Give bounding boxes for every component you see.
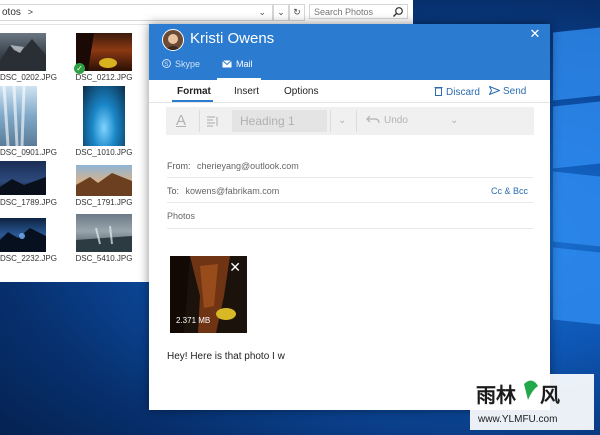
svg-text:S: S xyxy=(164,62,168,68)
toolbar-separator xyxy=(330,110,331,132)
paragraph-icon xyxy=(207,116,218,127)
divider xyxy=(167,228,533,229)
thumbnail-label: DSC_0901.JPG xyxy=(0,148,57,157)
close-icon[interactable]: ✕ xyxy=(528,27,542,41)
thumbnail-label: DSC_0212.JPG xyxy=(75,73,133,82)
svg-text:风: 风 xyxy=(540,383,560,407)
tab-options[interactable]: Options xyxy=(284,86,318,97)
contact-name: Kristi Owens xyxy=(190,30,275,47)
thumbnail-label: DSC_1789.JPG xyxy=(0,198,57,207)
discard-button[interactable]: Discard xyxy=(434,86,480,98)
trash-icon xyxy=(434,87,443,96)
tab-mail[interactable]: Mail xyxy=(222,59,253,79)
thumbnail-label: DSC_1010.JPG xyxy=(75,148,133,157)
photo-attachment[interactable]: ✕ 2.371 MB xyxy=(170,256,247,333)
photo-thumbnail[interactable] xyxy=(0,86,37,146)
undo-label: Undo xyxy=(384,115,408,126)
remove-attachment-close-icon[interactable]: ✕ xyxy=(229,260,241,274)
photo-thumbnail[interactable] xyxy=(0,161,46,195)
undo-dropdown-chevron-icon[interactable]: ⌄ xyxy=(450,107,458,135)
to-field[interactable]: To: kowens@fabrikam.com xyxy=(167,186,279,196)
style-value: Heading 1 xyxy=(240,114,295,128)
avatar xyxy=(162,29,184,51)
search-icon xyxy=(393,7,403,17)
search-input[interactable]: Search Photos xyxy=(309,4,408,19)
thumbnail-label: DSC_2232.JPG xyxy=(0,254,57,263)
toolbar-separator xyxy=(356,110,357,132)
dropdown-chevron-icon[interactable]: ⌄ xyxy=(258,5,266,20)
to-value: kowens@fabrikam.com xyxy=(185,186,280,196)
from-field[interactable]: From: cherieyang@outlook.com xyxy=(167,161,299,171)
toolbar-separator xyxy=(199,110,200,132)
thumbnail-label: DSC_1791.JPG xyxy=(75,198,133,207)
tab-skype-label: Skype xyxy=(175,59,201,69)
tab-format[interactable]: Format xyxy=(177,86,211,97)
subject-field[interactable]: Photos xyxy=(167,211,195,221)
refresh-button[interactable]: ↻ xyxy=(289,4,305,21)
style-dropdown-chevron-icon[interactable]: ⌄ xyxy=(338,107,346,135)
font-icon: A xyxy=(176,112,187,129)
svg-text:雨林: 雨林 xyxy=(476,383,516,407)
address-bar: otos > ⌄ ⌄ ↻ Search Photos xyxy=(0,0,413,25)
send-label: Send xyxy=(503,86,527,97)
undo-icon xyxy=(366,115,380,124)
tab-skype[interactable]: S Skype xyxy=(162,59,200,79)
photo-thumbnail[interactable] xyxy=(76,165,132,196)
divider xyxy=(167,202,533,203)
send-button[interactable]: Send xyxy=(488,85,527,97)
cc-bcc-button[interactable]: Cc & Bcc xyxy=(491,186,528,196)
attachment-size: 2.371 MB xyxy=(176,316,211,325)
divider xyxy=(167,177,533,178)
watermark-logo: 雨林 风 www.YLMFU.com xyxy=(470,374,594,430)
format-toolbar: A Heading 1 ⌄ Undo ⌄ xyxy=(166,107,534,135)
tab-insert[interactable]: Insert xyxy=(234,86,259,97)
message-body-text: Hey! Here is that photo I w xyxy=(167,351,285,362)
to-label: To: xyxy=(167,186,180,196)
message-body[interactable]: Hey! Here is that photo I w xyxy=(167,351,285,362)
thumbnail-label: DSC_0202.JPG xyxy=(0,73,57,82)
address-path-text: otos xyxy=(2,7,21,18)
breadcrumb-chevron-icon: > xyxy=(27,7,33,17)
address-dropdown-button[interactable]: ⌄ xyxy=(273,4,289,21)
thumbnail-label: DSC_5410.JPG xyxy=(75,254,133,263)
active-ribbon-tab-indicator xyxy=(172,100,213,102)
undo-button[interactable]: Undo xyxy=(366,107,408,135)
from-label: From: xyxy=(167,161,191,171)
paragraph-style-button[interactable] xyxy=(206,107,220,135)
subject-value: Photos xyxy=(167,211,196,221)
photo-thumbnail[interactable] xyxy=(0,218,46,252)
photo-thumbnail[interactable] xyxy=(0,33,46,71)
mail-icon xyxy=(222,59,232,70)
photo-thumbnail[interactable] xyxy=(76,214,132,252)
style-dropdown[interactable]: Heading 1 xyxy=(232,110,327,132)
discard-label: Discard xyxy=(446,87,480,98)
font-color-button[interactable]: A xyxy=(176,107,186,135)
send-icon xyxy=(488,85,501,96)
from-value: cherieyang@outlook.com xyxy=(197,161,299,171)
mail-header: Kristi Owens ✕ S Skype Mail xyxy=(149,24,550,80)
photo-thumbnail[interactable] xyxy=(83,86,125,146)
skype-icon: S xyxy=(162,59,171,70)
search-placeholder: Search Photos xyxy=(314,7,374,17)
tab-mail-label: Mail xyxy=(236,59,253,69)
mail-compose-window: Kristi Owens ✕ S Skype Mail Format Inser… xyxy=(149,24,550,410)
address-path[interactable]: otos > ⌄ xyxy=(0,4,273,21)
svg-text:www.YLMFU.com: www.YLMFU.com xyxy=(477,414,557,425)
